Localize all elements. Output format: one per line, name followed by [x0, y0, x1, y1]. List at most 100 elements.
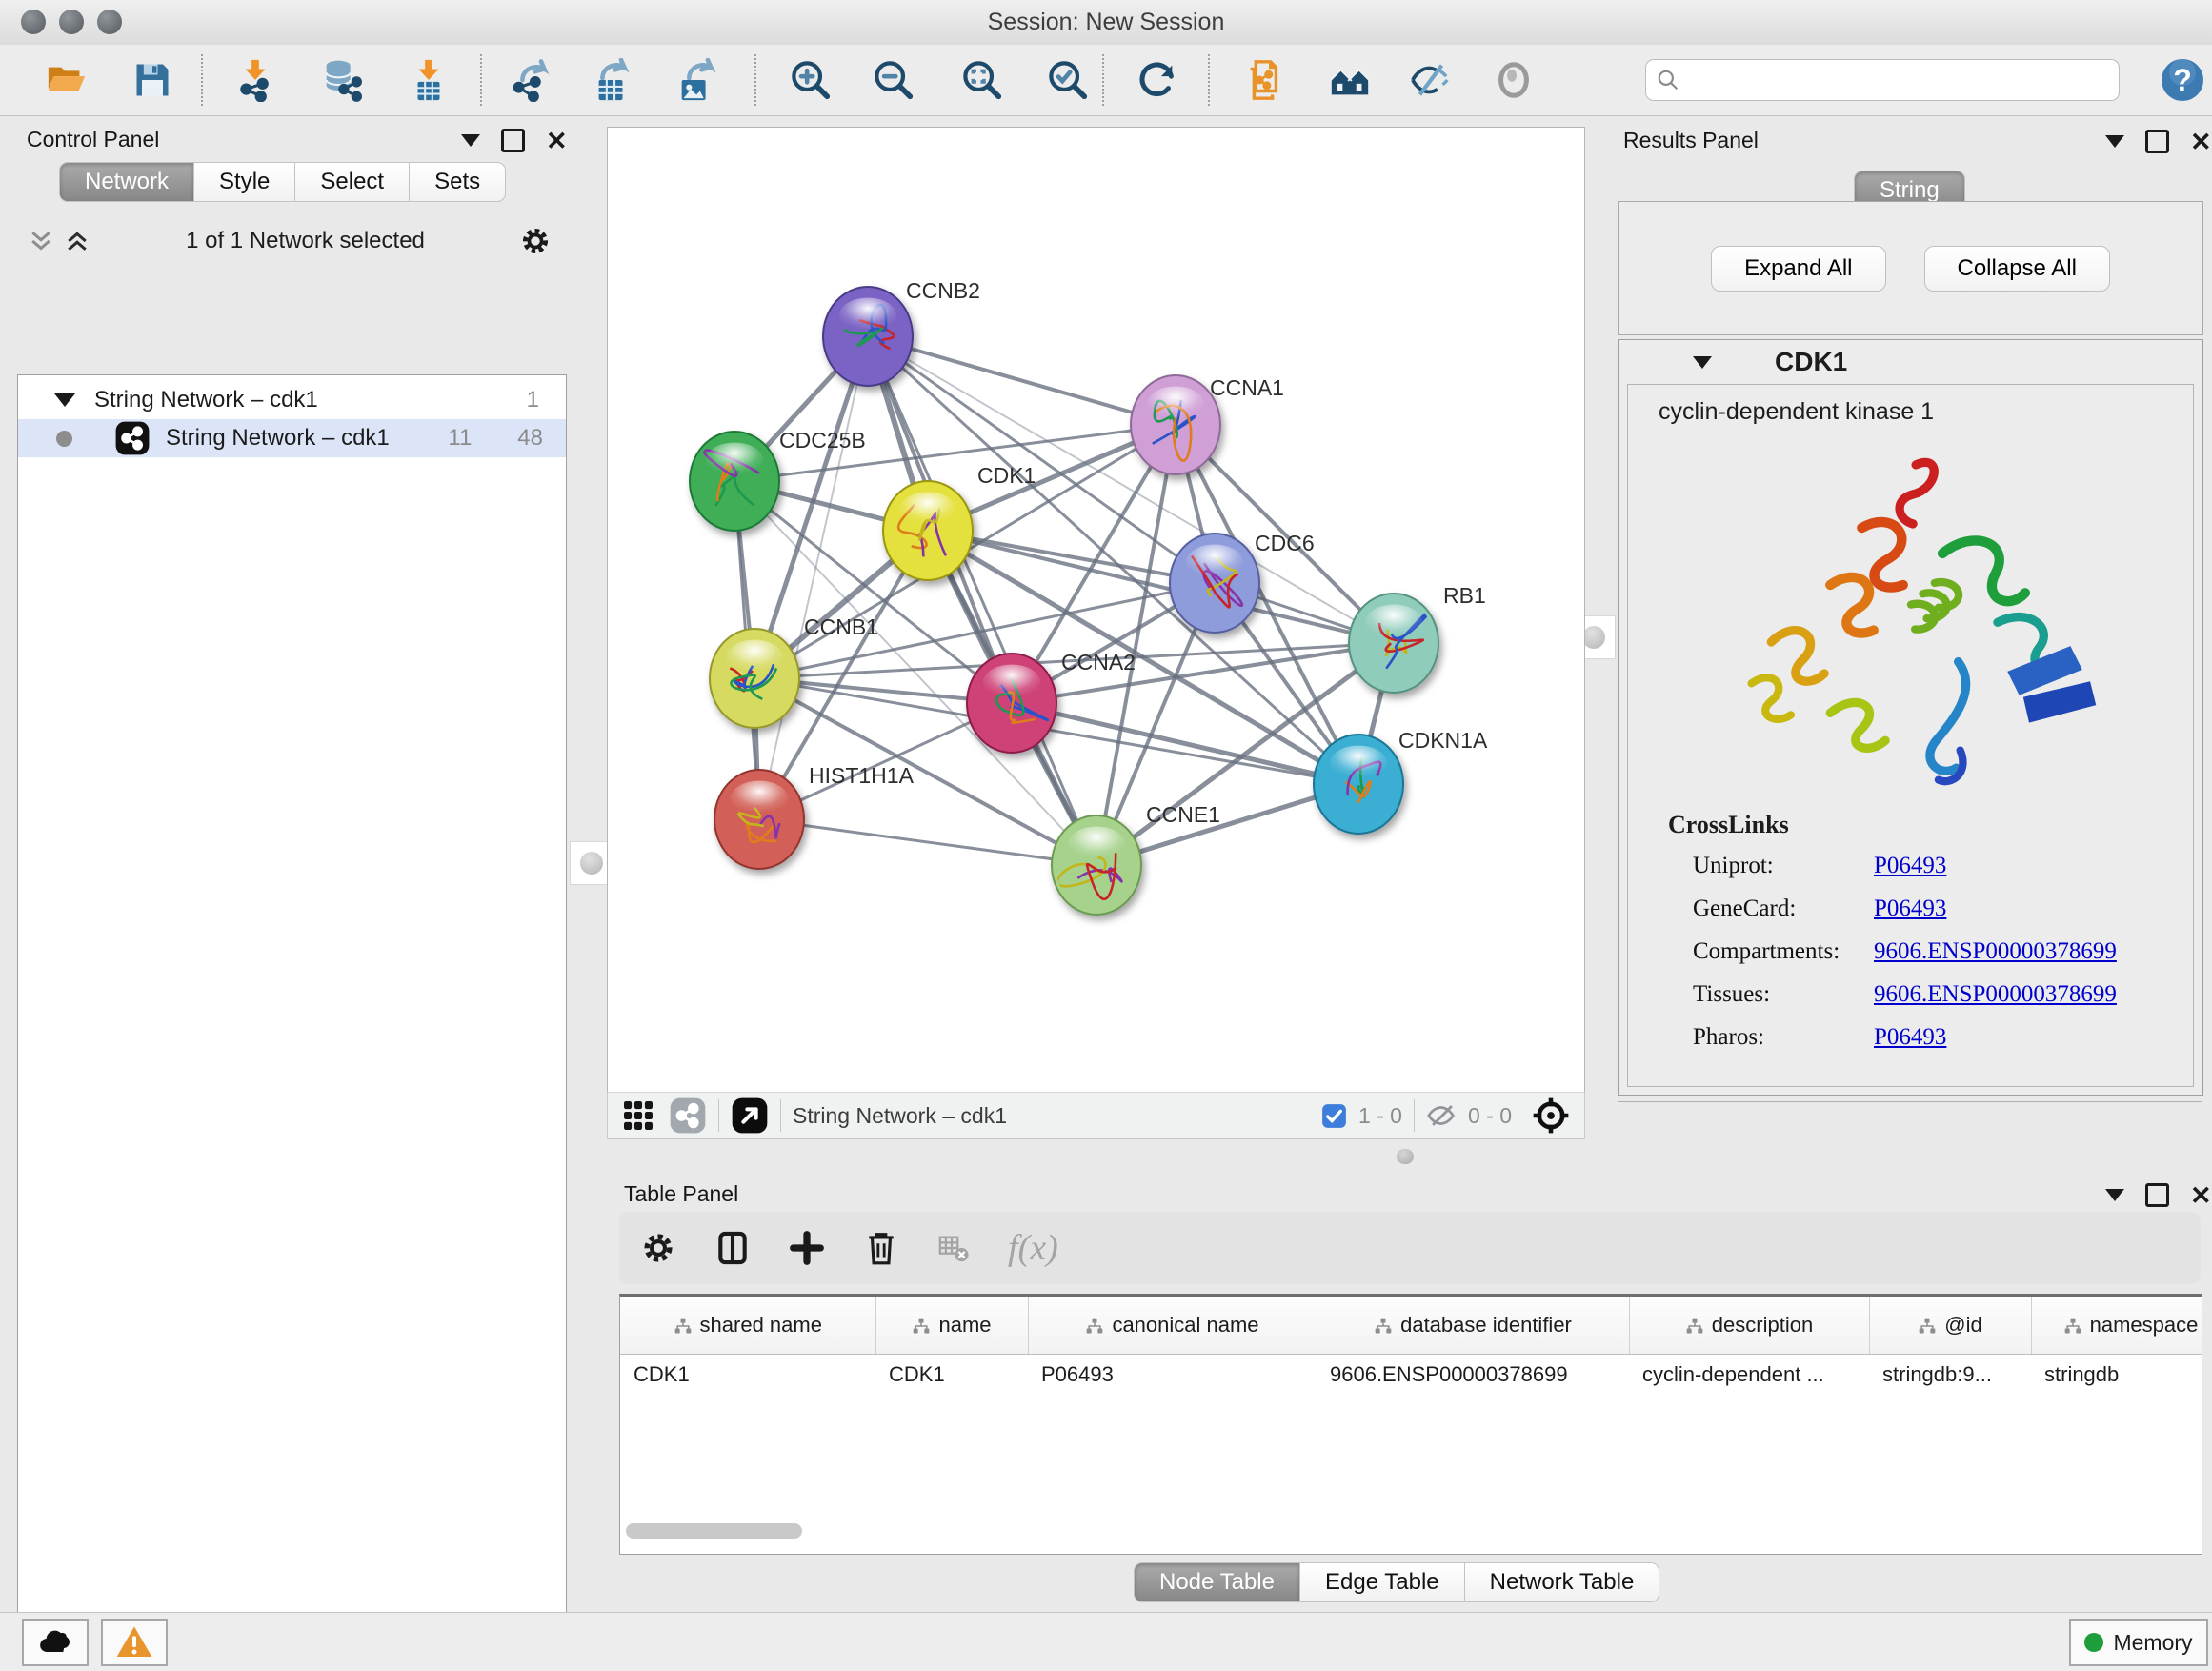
table-cell[interactable]: P06493: [1028, 1355, 1317, 1396]
memory-button[interactable]: Memory: [2069, 1619, 2208, 1666]
help-button[interactable]: ?: [2155, 52, 2210, 108]
crosslink-link[interactable]: 9606.ENSP00000378699: [1874, 981, 2117, 1008]
panel-menu-icon[interactable]: [461, 134, 480, 147]
network-canvas[interactable]: CCNB2CCNA1CDC25BCDK1CDC6RB1CCNB1CCNA2CDK…: [607, 127, 1585, 1094]
crosslink-link[interactable]: 9606.ENSP00000378699: [1874, 938, 2117, 965]
node-CCNB1[interactable]: [710, 629, 799, 728]
table-cell[interactable]: stringdb:9...: [1869, 1355, 2031, 1396]
export-network-button[interactable]: [504, 52, 559, 108]
collapse-all-icon[interactable]: [27, 227, 55, 255]
section-collapse-icon[interactable]: [1693, 356, 1712, 369]
birdseye-view-icon[interactable]: [1531, 1096, 1571, 1136]
zoom-fit-button[interactable]: [955, 52, 1010, 108]
node-CCNE1[interactable]: [1052, 815, 1141, 915]
hidden-eye-slash-icon[interactable]: [1426, 1099, 1458, 1132]
table-cell[interactable]: 9606.ENSP00000378699: [1317, 1355, 1629, 1396]
expand-all-button[interactable]: Expand All: [1711, 246, 1885, 292]
node-CDKN1A[interactable]: [1314, 735, 1403, 834]
import-network-from-database-button[interactable]: [314, 52, 370, 108]
tab-edge-table[interactable]: Edge Table: [1300, 1562, 1465, 1602]
node-CDC25B[interactable]: [690, 432, 779, 531]
tab-network-table[interactable]: Network Table: [1465, 1562, 1660, 1602]
apply-layout-button[interactable]: [1130, 52, 1185, 108]
column-header-canonical-name[interactable]: canonical name: [1028, 1297, 1317, 1355]
network-graph[interactable]: CCNB2CCNA1CDC25BCDK1CDC6RB1CCNB1CCNA2CDK…: [608, 128, 1584, 1093]
import-table-button[interactable]: [401, 52, 456, 108]
crosslink-link[interactable]: P06493: [1874, 896, 1946, 922]
zoom-in-button[interactable]: [783, 52, 838, 108]
network-row-selected[interactable]: String Network – cdk1 11 48: [18, 419, 566, 457]
search-input[interactable]: [1680, 67, 2094, 93]
collapse-all-button[interactable]: Collapse All: [1924, 246, 2110, 292]
zoom-selected-button[interactable]: [1040, 52, 1096, 108]
tab-node-table[interactable]: Node Table: [1134, 1562, 1300, 1602]
column-header-shared-name[interactable]: shared name: [620, 1297, 875, 1355]
tab-network[interactable]: Network: [59, 162, 194, 202]
column-header-database-identifier[interactable]: database identifier: [1317, 1297, 1629, 1355]
node-CDK1[interactable]: [883, 481, 973, 580]
column-header-namespace[interactable]: namespace: [2031, 1297, 2202, 1355]
close-panel-icon[interactable]: ✕: [2190, 132, 2212, 151]
float-panel-icon[interactable]: [2145, 1183, 2169, 1207]
zoom-out-button[interactable]: [866, 52, 921, 108]
node-HIST1H1A[interactable]: [714, 770, 804, 869]
column-header-name[interactable]: name: [875, 1297, 1028, 1355]
tab-style[interactable]: Style: [194, 162, 295, 202]
export-image-button[interactable]: [669, 52, 724, 108]
crosslink-link[interactable]: P06493: [1874, 1024, 1946, 1051]
tab-select[interactable]: Select: [295, 162, 410, 202]
column-header-description[interactable]: description: [1629, 1297, 1869, 1355]
table-cell[interactable]: CDK1: [620, 1355, 875, 1396]
bottom-splitter-handle[interactable]: [1397, 1149, 1414, 1164]
table-cell[interactable]: stringdb: [2031, 1355, 2202, 1396]
node-CCNB2[interactable]: [823, 287, 913, 386]
selected-checkbox-icon[interactable]: [1321, 1103, 1347, 1129]
horizontal-scrollbar-thumb[interactable]: [626, 1523, 802, 1539]
node-RB1[interactable]: [1349, 594, 1438, 693]
panel-menu-icon[interactable]: [2105, 135, 2124, 148]
table-settings-gear-icon[interactable]: [640, 1230, 676, 1266]
tree-expand-icon[interactable]: [54, 393, 75, 407]
toggle-graphics-details-button[interactable]: [1403, 52, 1458, 108]
cloud-button[interactable]: [22, 1619, 89, 1666]
new-network-from-selection-button[interactable]: [1236, 52, 1291, 108]
close-panel-icon[interactable]: ✕: [2190, 1186, 2212, 1205]
gene-section-header[interactable]: CDK1: [1619, 340, 2202, 384]
table-cell[interactable]: CDK1: [875, 1355, 1028, 1396]
warnings-button[interactable]: [101, 1619, 168, 1666]
close-panel-icon[interactable]: ✕: [546, 131, 568, 151]
grid-view-icon[interactable]: [621, 1098, 655, 1133]
crosslink-link[interactable]: P06493: [1874, 853, 1946, 879]
column-header--id[interactable]: @id: [1869, 1297, 2031, 1355]
table-row[interactable]: CDK1CDK1P064939606.ENSP00000378699cyclin…: [620, 1355, 2202, 1396]
network-options-gear-icon[interactable]: [519, 225, 552, 257]
panel-menu-icon[interactable]: [2105, 1189, 2124, 1201]
edge-CDK1-RB1[interactable]: [928, 531, 1394, 643]
open-session-button[interactable]: [39, 52, 94, 108]
edge-CCNB2-CCNA1[interactable]: [868, 336, 1176, 425]
home-button[interactable]: [1322, 52, 1377, 108]
edge-CCNA2-CDKN1A[interactable]: [1012, 703, 1358, 784]
network-collection-row[interactable]: String Network – cdk1 1: [18, 381, 566, 419]
show-hide-button[interactable]: [1486, 52, 1541, 108]
save-session-button[interactable]: [125, 52, 180, 108]
export-table-button[interactable]: [584, 52, 639, 108]
search-field[interactable]: [1645, 59, 2120, 101]
open-in-window-icon[interactable]: [731, 1097, 769, 1135]
import-network-button[interactable]: [228, 52, 283, 108]
string-app-icon[interactable]: [669, 1097, 707, 1135]
float-panel-icon[interactable]: [501, 129, 525, 152]
add-column-icon[interactable]: [789, 1230, 825, 1266]
delete-column-icon[interactable]: [863, 1230, 899, 1266]
node-CCNA2[interactable]: [967, 654, 1056, 753]
float-panel-icon[interactable]: [2145, 130, 2169, 153]
node-CDC6[interactable]: [1170, 534, 1259, 633]
edge-CCNB2-HIST1H1A[interactable]: [759, 336, 868, 819]
table-cell[interactable]: cyclin-dependent ...: [1629, 1355, 1869, 1396]
zoom-fit-icon: [960, 58, 1004, 102]
edge-HIST1H1A-CCNE1[interactable]: [759, 819, 1096, 865]
node-CCNA1[interactable]: [1131, 375, 1220, 474]
expand-all-icon[interactable]: [63, 227, 91, 255]
show-columns-icon[interactable]: [714, 1230, 751, 1266]
tab-sets[interactable]: Sets: [410, 162, 506, 202]
